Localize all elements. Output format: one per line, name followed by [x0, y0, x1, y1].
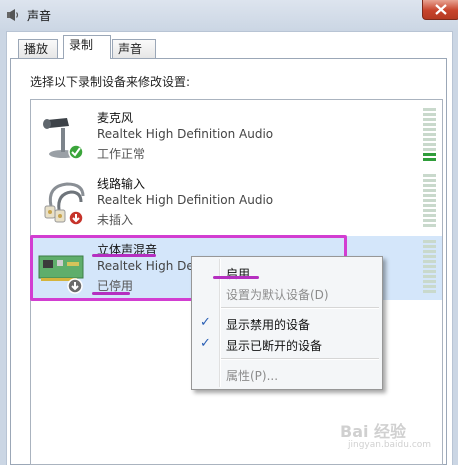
level-meter-segment	[423, 290, 436, 293]
level-meter-segment	[423, 123, 436, 126]
device-name: 线路输入	[97, 177, 146, 191]
level-meter	[423, 240, 436, 296]
menu-item-properties[interactable]: 属性(P)...	[226, 367, 278, 384]
level-meter-segment	[423, 138, 436, 141]
level-meter-segment	[423, 189, 436, 192]
level-meter-segment	[423, 224, 436, 227]
annotation-underline-status	[92, 292, 130, 295]
level-meter-segment	[423, 270, 436, 273]
menu-item-show-disconnected[interactable]: 显示已断开的设备	[226, 337, 322, 354]
instruction-label: 选择以下录制设备来修改设置:	[30, 75, 191, 89]
level-meter-segment	[423, 245, 436, 248]
baidu-watermark: Bai 经验 jingyan.baidu.com	[340, 422, 432, 450]
level-meter-segment	[423, 240, 436, 243]
window-title: 声音	[27, 9, 52, 23]
level-meter-segment	[423, 179, 436, 182]
level-meter-segment	[423, 143, 436, 146]
level-meter	[423, 108, 436, 164]
device-driver: Realtek High Definition Audio	[97, 127, 274, 141]
check-icon: ✓	[200, 315, 211, 330]
level-meter-segment	[423, 113, 436, 116]
level-meter-segment	[423, 128, 436, 131]
level-meter-segment	[423, 255, 436, 258]
tab-sounds[interactable]: 声音	[112, 39, 156, 58]
close-button[interactable]	[422, 0, 458, 20]
device-status: 未插入	[97, 213, 134, 227]
level-meter-segment	[423, 184, 436, 187]
level-meter-segment	[423, 174, 436, 177]
window-left-border	[0, 31, 7, 465]
device-driver: Realtek High Definition Audio	[97, 193, 274, 207]
device-status: 工作正常	[97, 147, 146, 161]
menu-separator	[221, 358, 379, 360]
level-meter-segment	[423, 108, 436, 111]
level-meter-segment	[423, 194, 436, 197]
tab-playback[interactable]: 播放	[18, 39, 58, 58]
annotation-underline-enable	[213, 276, 259, 279]
speaker-icon	[7, 9, 19, 21]
level-meter-segment	[423, 214, 436, 217]
title-bar: 声音	[0, 0, 458, 32]
level-meter-segment	[423, 199, 436, 202]
microphone-icon	[43, 118, 84, 160]
menu-item-set-default[interactable]: 设置为默认设备(D)	[226, 286, 329, 303]
menu-separator	[221, 307, 379, 309]
tab-recording[interactable]: 录制	[63, 35, 111, 59]
level-meter-segment	[423, 285, 436, 288]
annotation-underline-name	[92, 254, 156, 257]
menu-item-enable[interactable]: 启用	[226, 265, 250, 282]
level-meter-segment	[423, 280, 436, 283]
level-meter-segment	[423, 265, 436, 268]
line-in-cable-icon	[44, 182, 85, 226]
level-meter-segment	[423, 148, 436, 151]
level-meter-segment	[423, 133, 436, 136]
level-meter-segment	[423, 250, 436, 253]
device-item-line-in[interactable]: 线路输入 Realtek High Definition Audio 未插入	[31, 170, 442, 234]
window-right-border	[452, 31, 458, 465]
level-meter-segment	[423, 118, 436, 121]
check-icon: ✓	[200, 336, 211, 351]
menu-item-show-disabled[interactable]: 显示禁用的设备	[226, 316, 310, 333]
level-meter-segment	[423, 260, 436, 263]
level-meter-segment	[423, 275, 436, 278]
level-meter-segment	[423, 158, 436, 161]
level-meter	[423, 174, 436, 230]
device-name: 麦克风	[97, 111, 134, 125]
level-meter-segment	[423, 219, 436, 222]
level-meter-segment	[423, 153, 436, 156]
close-icon	[435, 4, 447, 15]
sound-dialog: 声音 播放 录制 声音 选择以下录制设备来修改设置: 麦克风 Realtek H…	[0, 0, 458, 465]
level-meter-segment	[423, 204, 436, 207]
level-meter-segment	[423, 209, 436, 212]
device-item-microphone[interactable]: 麦克风 Realtek High Definition Audio 工作正常	[31, 104, 442, 168]
